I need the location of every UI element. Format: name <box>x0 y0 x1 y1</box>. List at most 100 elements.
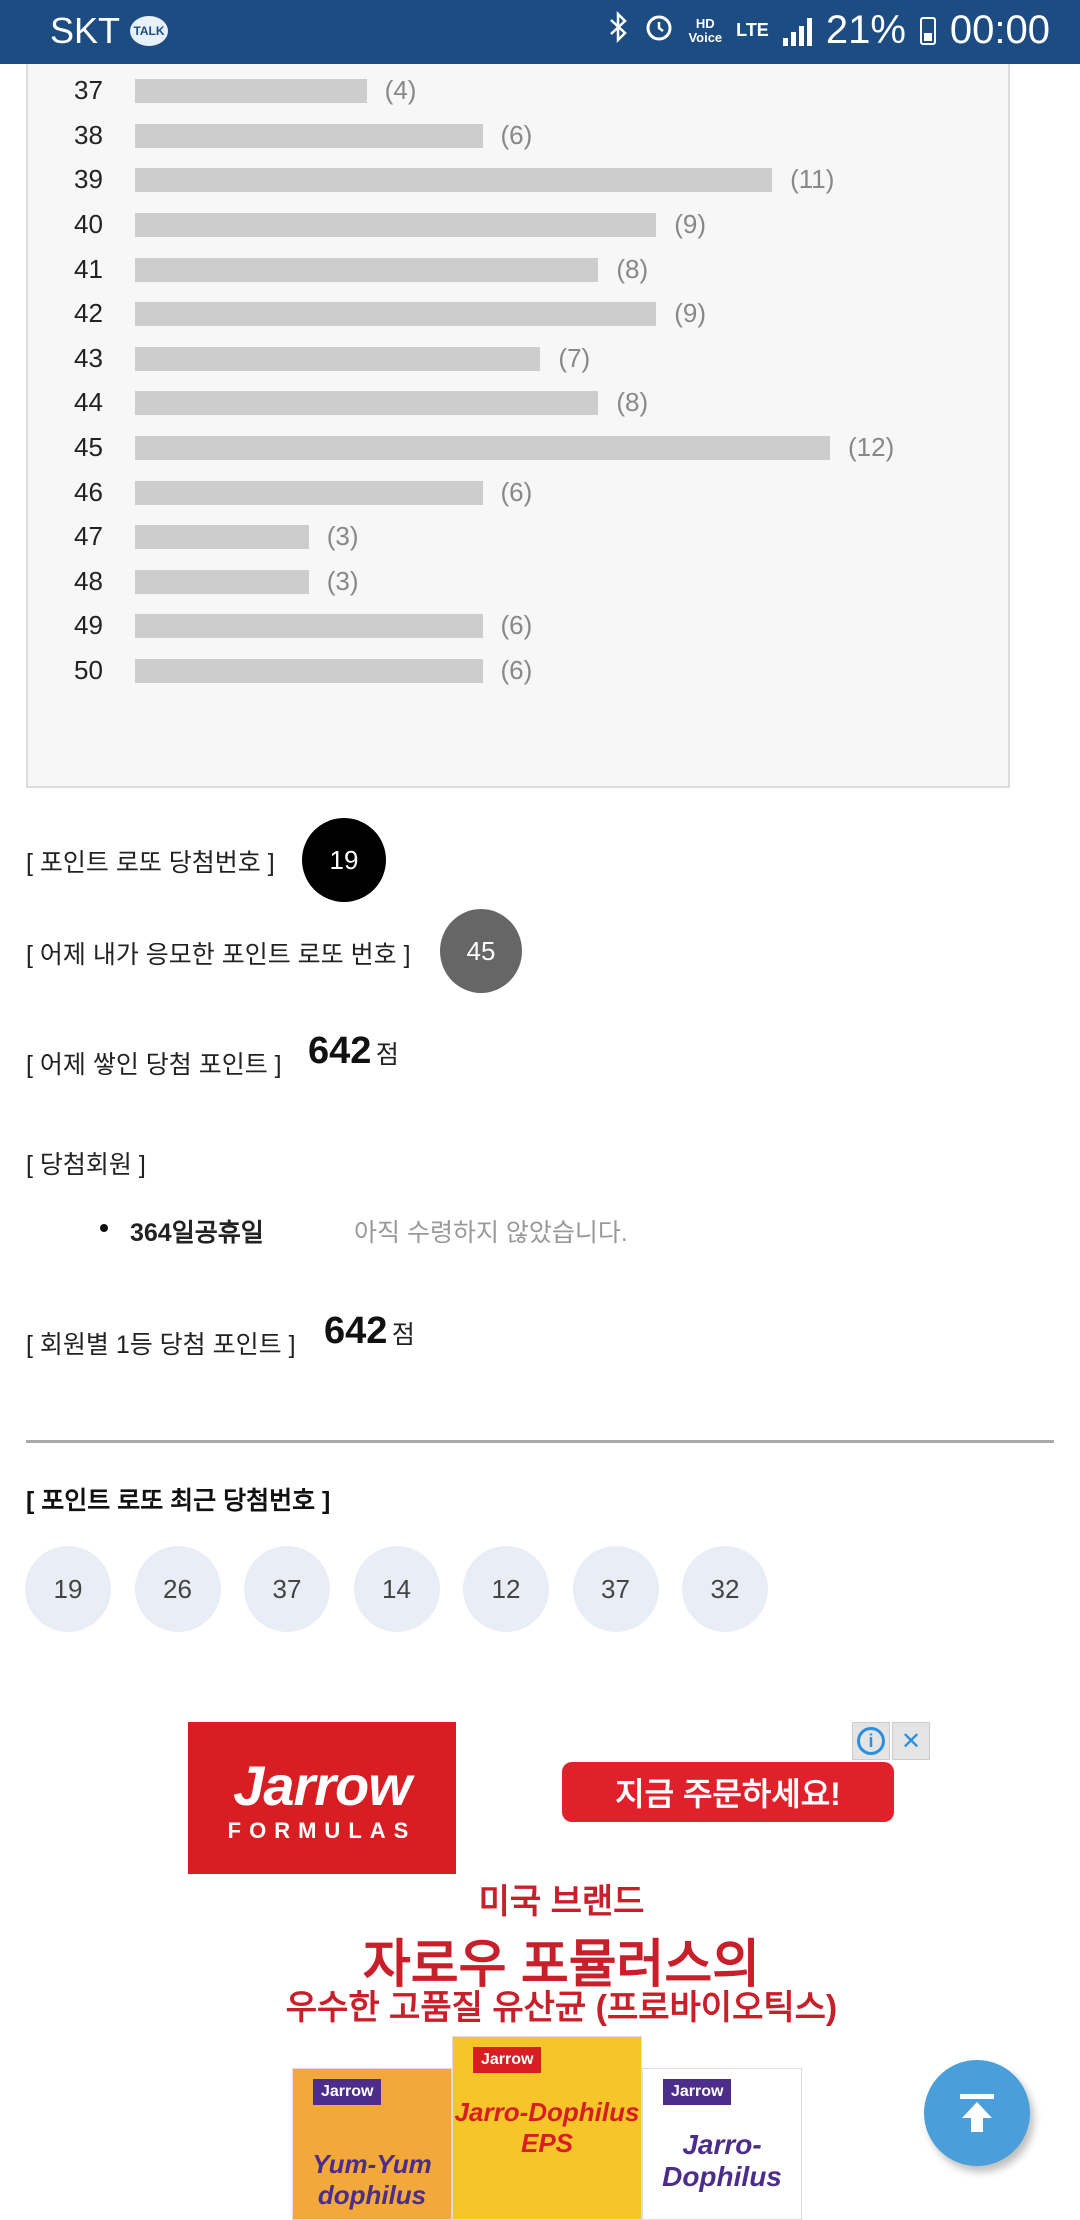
recent-number-ball: 19 <box>25 1546 111 1632</box>
ad-product-brand: Jarrow <box>663 2079 732 2105</box>
chart-row: 47 (3) <box>28 515 1008 559</box>
battery-percent: 21% <box>825 8 906 52</box>
chart-bar <box>135 436 830 460</box>
chart-row-count: (3) <box>326 565 359 596</box>
chart-bar <box>135 659 483 683</box>
chart-row-count: (9) <box>674 209 707 239</box>
chart-row-number: 40 <box>74 209 103 239</box>
chart-row-count: (8) <box>616 387 649 418</box>
chart-bar <box>135 346 541 371</box>
chart-row-number: 50 <box>74 655 103 685</box>
recent-number-ball: 32 <box>682 1546 768 1632</box>
arrow-up-icon <box>960 2094 994 2132</box>
recent-number-ball: 14 <box>353 1546 440 1632</box>
scroll-to-top-button[interactable] <box>924 2060 1030 2166</box>
chart-row: 39 (11) <box>28 158 1008 202</box>
winning-number-label: [ 포인트 로또 당첨번호 ] <box>26 849 275 877</box>
battery-icon <box>919 16 936 45</box>
chart-row-count: (7) <box>558 342 591 373</box>
chart-row-number: 48 <box>74 565 103 596</box>
voice-label: Voice <box>688 29 723 45</box>
chart-bar <box>135 302 657 327</box>
per-member-points-label: [ 회원별 1등 당첨 포인트 ] <box>26 1331 296 1359</box>
chart-row-count: (9) <box>674 298 707 329</box>
chart-row: 45 (12) <box>28 426 1008 470</box>
ad-product-brand: Jarrow <box>313 2079 382 2105</box>
chart-row-number: 45 <box>74 432 103 462</box>
ad-headline-1: 미국 브랜드 <box>478 1883 645 1921</box>
chart-row-count: (11) <box>790 164 835 195</box>
section-divider <box>26 1440 1054 1443</box>
chart-row-count: (6) <box>500 655 533 685</box>
winning-number-ball: 19 <box>302 818 386 902</box>
ad-brand-name: Jarrow <box>233 1753 412 1817</box>
chart-bar <box>135 123 483 148</box>
recent-number-ball: 37 <box>572 1546 659 1632</box>
recent-number-ball: 26 <box>134 1546 221 1632</box>
ad-product-title: Jarro-Dophilus EPS <box>454 2097 640 2158</box>
chart-row-count: (12) <box>848 432 895 462</box>
winner-status: 아직 수령하지 않았습니다. <box>354 1219 628 1247</box>
chart-bar <box>135 213 657 237</box>
winner-bullet <box>100 1224 108 1232</box>
chart-bar <box>135 480 483 505</box>
number-frequency-chart: 35(7)36(10)37(4)38(6)39(11)40(9)41(8)42(… <box>26 0 1010 788</box>
chart-row-count: (6) <box>500 610 533 641</box>
recent-number-ball: 12 <box>463 1546 549 1632</box>
chart-row: 46 (6) <box>28 471 1008 515</box>
chart-row-number: 49 <box>74 610 103 641</box>
chart-row-number: 41 <box>74 253 103 284</box>
chart-bar <box>135 391 599 416</box>
ad-order-button[interactable]: 지금 주문하세요! <box>562 1762 894 1822</box>
per-member-points: 642 점 <box>324 1310 415 1353</box>
ad-info-icon[interactable]: i <box>852 1722 890 1760</box>
accum-points: 642 점 <box>308 1030 399 1073</box>
kakaotalk-icon: TALK <box>130 16 169 46</box>
chart-row: 42 (9) <box>28 292 1008 336</box>
chart-row: 40 (9) <box>28 203 1008 247</box>
per-member-points-value: 642 <box>324 1310 388 1352</box>
status-right: HD Voice LTE 21% 00:00 <box>608 8 1050 53</box>
ad-product-yumyum: Jarrow Yum-Yum dophilus <box>292 2068 452 2220</box>
signal-icon <box>782 16 812 46</box>
lte-label: LTE <box>736 20 769 40</box>
chart-row-number: 37 <box>74 75 103 106</box>
accum-points-unit: 점 <box>375 1041 399 1069</box>
chart-row: 38 (6) <box>28 114 1008 158</box>
chart-row-number: 43 <box>74 342 103 373</box>
advertisement-banner[interactable]: Jarrow FORMULAS 지금 주문하세요! i ✕ 미국 브랜드 자로우… <box>188 1722 935 2220</box>
chart-row-number: 47 <box>74 521 103 552</box>
ad-product-brand: Jarrow <box>473 2047 542 2073</box>
chart-row-count: (8) <box>616 253 649 284</box>
chart-row: 49 (6) <box>28 604 1008 648</box>
ad-product-title: Yum-Yum dophilus <box>312 2149 432 2210</box>
bluetooth-icon <box>608 10 630 50</box>
chart-row-number: 38 <box>74 119 103 150</box>
hd-voice-icon: HD Voice <box>688 15 723 45</box>
chart-row-number: 46 <box>74 476 103 507</box>
recent-numbers-title: [ 포인트 로또 최근 당첨번호 ] <box>26 1487 331 1515</box>
chart-row: 48 (3) <box>28 560 1008 604</box>
chart-row: 44 (8) <box>28 381 1008 425</box>
chart-bar <box>135 79 367 104</box>
chart-row-number: 44 <box>74 387 103 418</box>
accum-points-label: [ 어제 쌓인 당첨 포인트 ] <box>26 1051 282 1079</box>
chart-row-number: 42 <box>74 298 103 329</box>
accum-points-value: 642 <box>308 1030 372 1072</box>
carrier-label: SKT <box>50 10 121 51</box>
chart-bar <box>135 525 309 550</box>
chart-row-number: 39 <box>74 164 103 195</box>
winner-name[interactable]: 364일공휴일 <box>130 1213 264 1249</box>
chart-row-count: (3) <box>326 521 359 552</box>
chart-row: 50 (6) <box>28 649 1008 693</box>
ad-close-icon[interactable]: ✕ <box>892 1722 930 1760</box>
clock: 00:00 <box>949 8 1050 52</box>
hd-label: HD <box>695 15 715 31</box>
chart-bar <box>135 569 309 594</box>
my-entry-label: [ 어제 내가 응모한 포인트 로또 번호 ] <box>26 941 411 969</box>
ad-brand-sub: FORMULAS <box>227 1817 417 1843</box>
ad-product-eps: Jarrow Jarro-Dophilus EPS <box>452 2036 642 2220</box>
chart-row: 41 (8) <box>28 248 1008 292</box>
chart-row: 43 (7) <box>28 337 1008 381</box>
chart-bar <box>135 168 773 193</box>
